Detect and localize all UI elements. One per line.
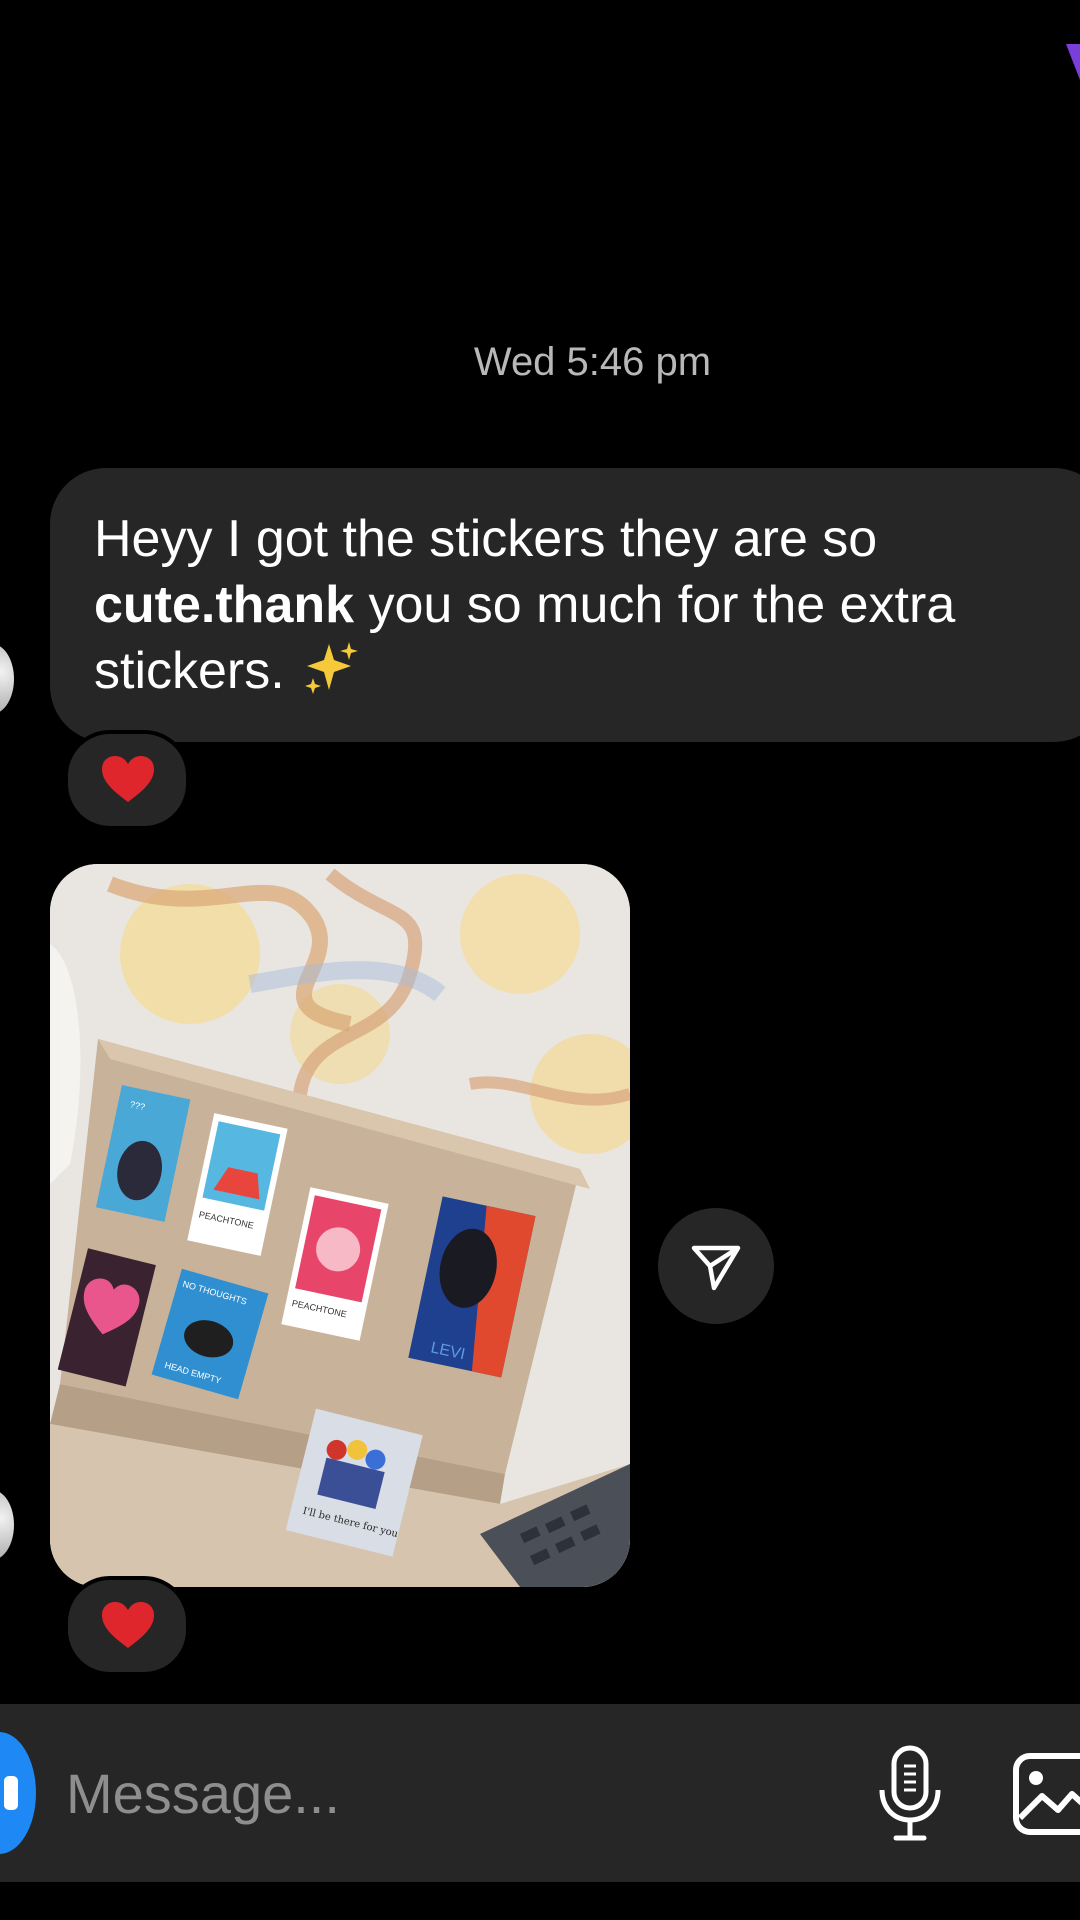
share-button[interactable] xyxy=(658,1208,774,1324)
gallery-button[interactable] xyxy=(1012,1752,1080,1836)
message-composer xyxy=(0,1704,1080,1882)
camera-button[interactable] xyxy=(0,1732,36,1854)
message-timestamp: Wed 5:46 pm xyxy=(473,340,712,384)
heart-reaction[interactable] xyxy=(64,730,190,830)
microphone-button[interactable] xyxy=(876,1744,944,1844)
message-text: Heyy I got the stickers they are so xyxy=(94,510,878,568)
heart-icon xyxy=(102,1602,154,1648)
message-text-bold: cute.thank xyxy=(94,576,355,634)
heart-reaction[interactable] xyxy=(64,1576,190,1676)
microphone-icon xyxy=(879,1745,941,1841)
sender-avatar[interactable] xyxy=(0,1490,14,1560)
sender-avatar[interactable] xyxy=(0,644,14,714)
message-input[interactable] xyxy=(66,1748,786,1838)
gallery-icon xyxy=(1013,1753,1080,1835)
message-bubble[interactable]: Heyy I got the stickers they are so cute… xyxy=(50,468,1080,742)
notification-accent xyxy=(1066,44,1080,80)
send-icon xyxy=(691,1245,741,1291)
sparkles-icon xyxy=(299,640,361,696)
heart-icon xyxy=(102,756,154,802)
shared-photo[interactable]: ??? PEACHTONE PEACHTONE LEVI NO THOUGHTS… xyxy=(50,864,630,1587)
